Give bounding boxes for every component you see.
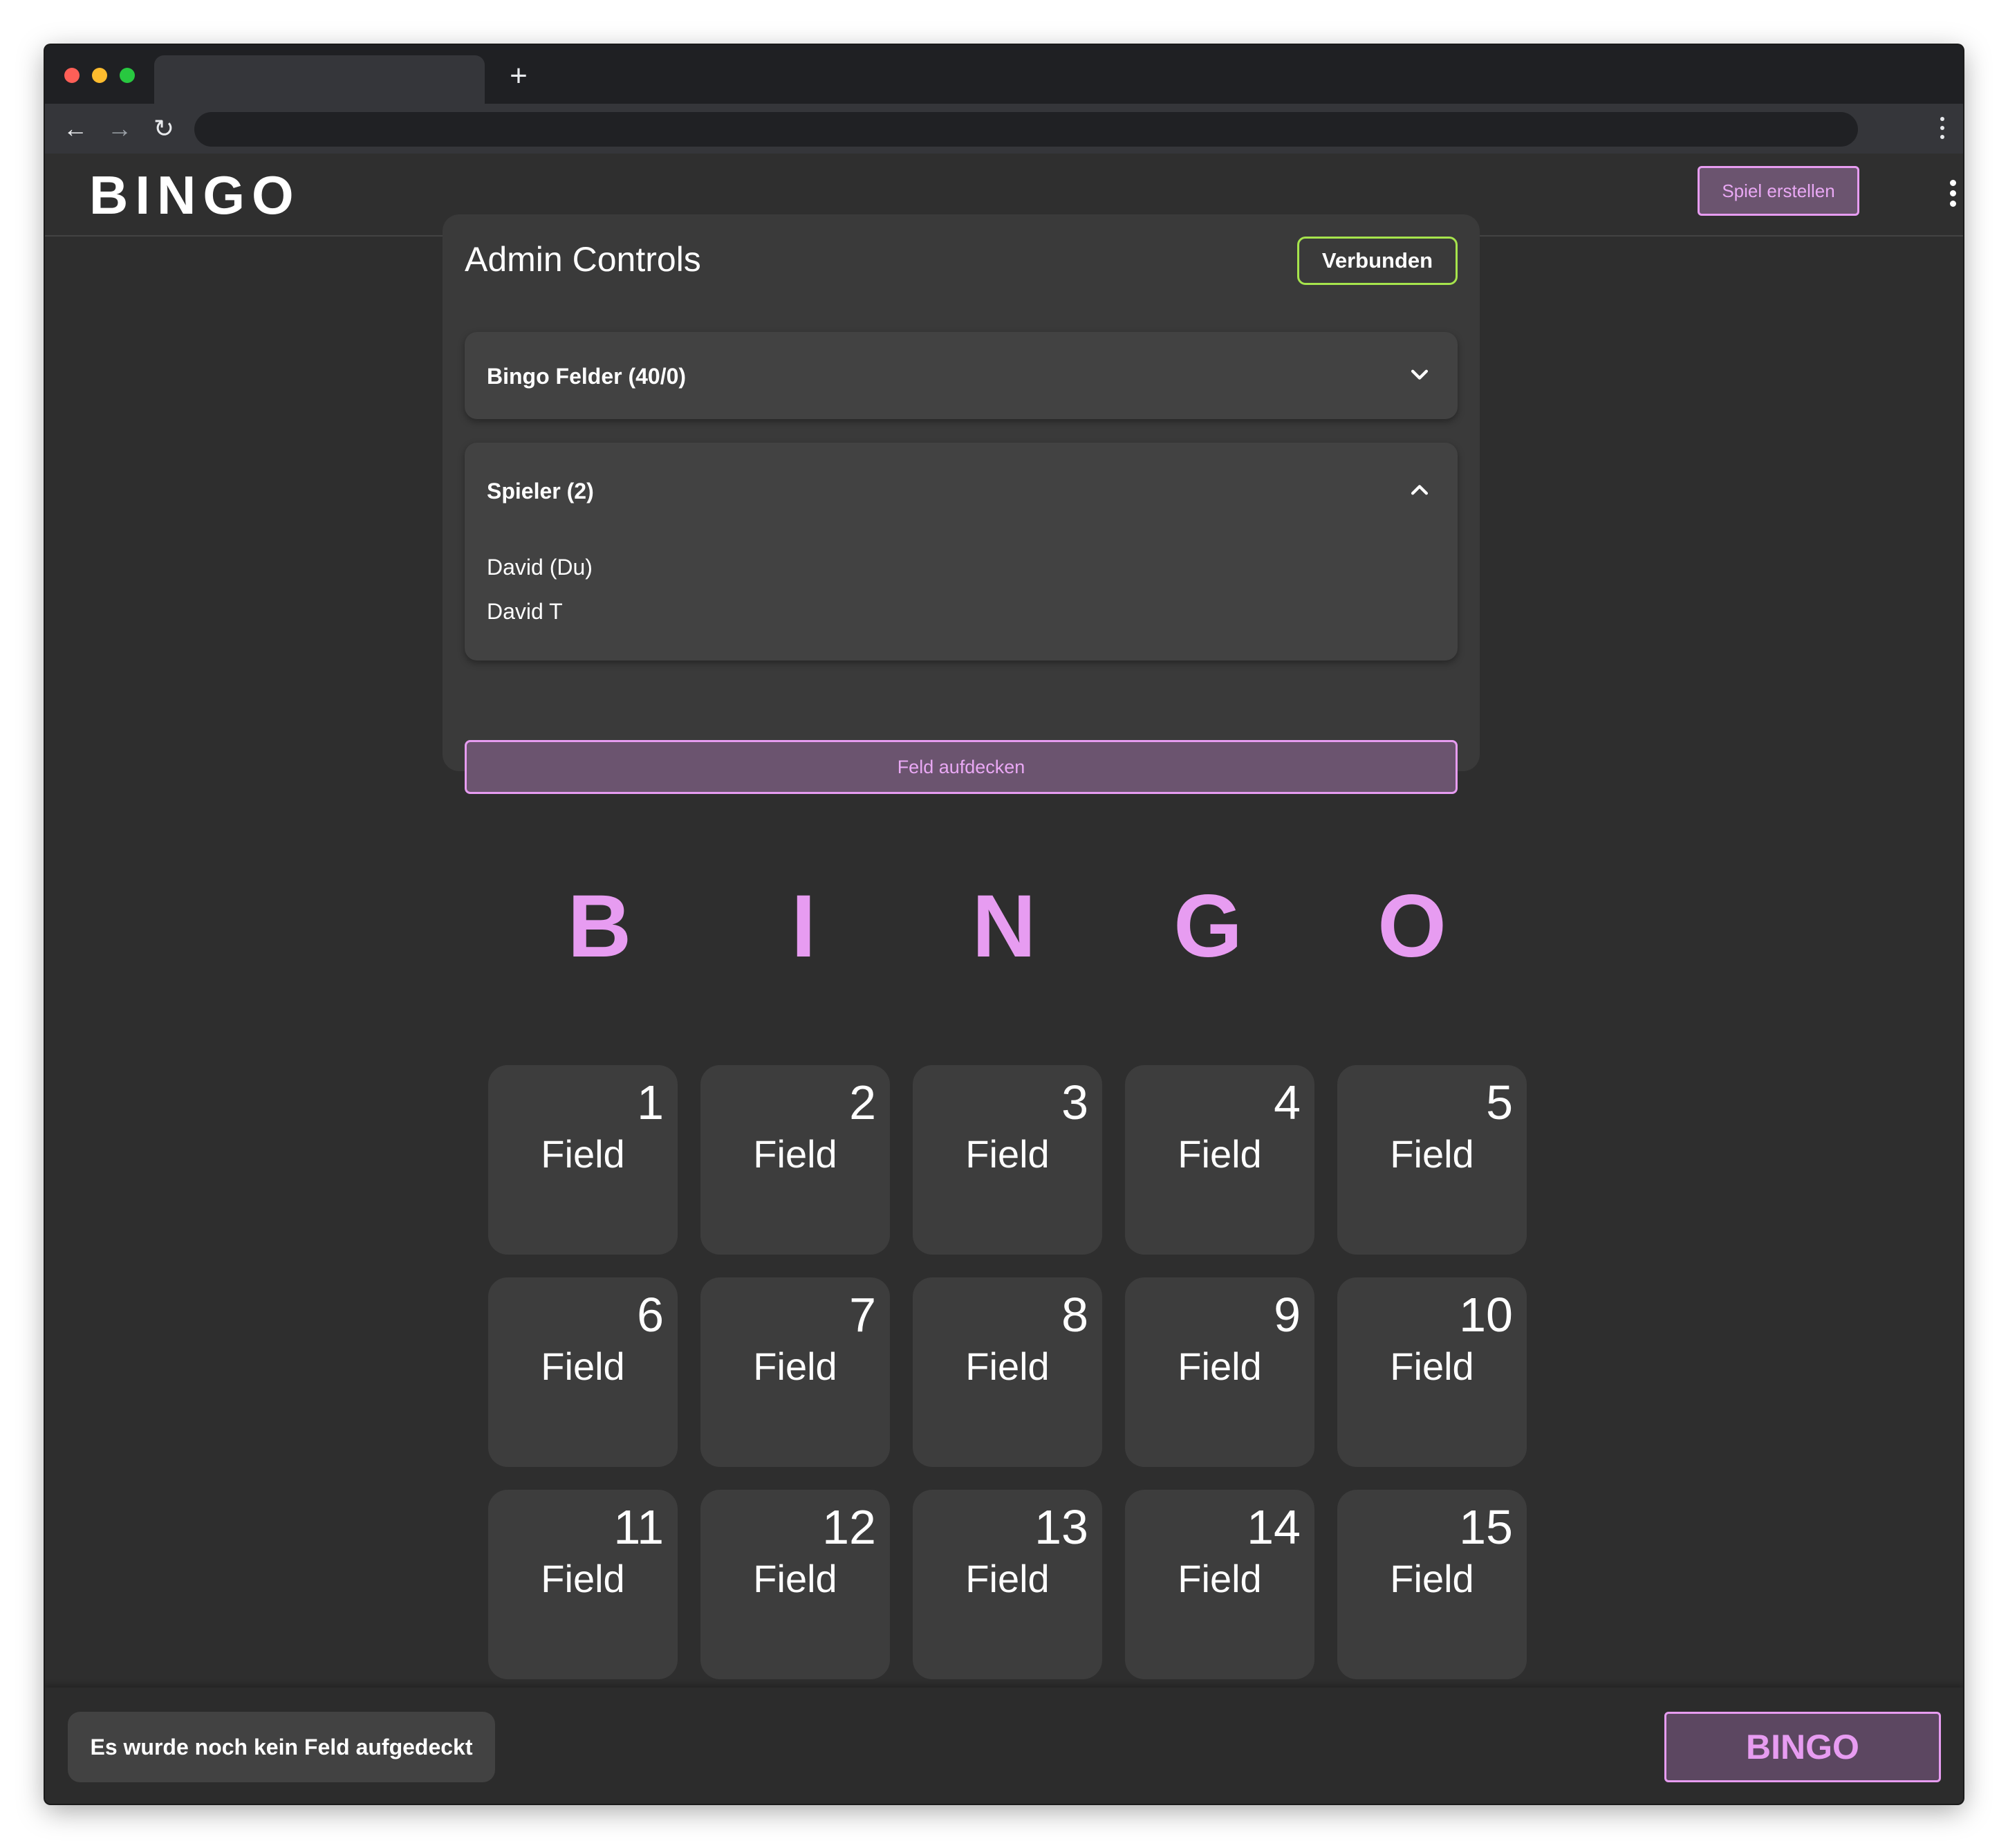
bingo-cell[interactable]: 13 Field bbox=[913, 1490, 1102, 1679]
bingo-letter-o: O bbox=[1377, 877, 1447, 976]
cell-number: 5 bbox=[1486, 1075, 1513, 1129]
bingo-letter-n: N bbox=[972, 877, 1036, 976]
bingo-cell[interactable]: 2 Field bbox=[700, 1065, 890, 1255]
cell-label: Field bbox=[753, 1557, 837, 1600]
cell-number: 6 bbox=[637, 1288, 664, 1342]
admin-title: Admin Controls bbox=[465, 240, 701, 279]
cell-number: 14 bbox=[1247, 1500, 1301, 1554]
bingo-cell[interactable]: 9 Field bbox=[1125, 1277, 1314, 1467]
reveal-field-button[interactable]: Feld aufdecken bbox=[465, 740, 1458, 794]
bingo-cell[interactable]: 7 Field bbox=[700, 1277, 890, 1467]
bingo-cell[interactable]: 8 Field bbox=[913, 1277, 1102, 1467]
cell-label: Field bbox=[1178, 1557, 1262, 1600]
bingo-cell[interactable]: 11 Field bbox=[488, 1490, 678, 1679]
address-bar[interactable] bbox=[194, 112, 1858, 147]
bingo-call-button[interactable]: BINGO bbox=[1664, 1712, 1941, 1782]
players-accordion[interactable]: Spieler (2) David (Du) David T bbox=[465, 443, 1458, 660]
bingo-cell[interactable]: 3 Field bbox=[913, 1065, 1102, 1255]
cell-label: Field bbox=[541, 1132, 625, 1176]
bingo-cell[interactable]: 6 Field bbox=[488, 1277, 678, 1467]
forward-icon[interactable]: → bbox=[100, 109, 139, 148]
connection-status-badge: Verbunden bbox=[1297, 237, 1458, 285]
cell-label: Field bbox=[965, 1132, 1050, 1176]
app-logo: BINGO bbox=[89, 165, 301, 225]
cell-number: 10 bbox=[1459, 1288, 1513, 1342]
cell-number: 15 bbox=[1459, 1500, 1513, 1554]
players-header: Spieler (2) bbox=[487, 479, 594, 503]
create-game-button[interactable]: Spiel erstellen bbox=[1698, 166, 1859, 216]
cell-label: Field bbox=[753, 1132, 837, 1176]
back-icon[interactable]: ← bbox=[56, 109, 95, 148]
bingo-fields-accordion[interactable]: Bingo Felder (40/0) bbox=[465, 332, 1458, 419]
footer-bar: Es wurde noch kein Feld aufgedeckt BINGO bbox=[45, 1688, 1963, 1804]
browser-tab[interactable] bbox=[154, 55, 485, 104]
cell-label: Field bbox=[965, 1345, 1050, 1388]
chevron-up-icon[interactable] bbox=[1408, 479, 1431, 502]
tab-bar: + bbox=[45, 45, 1963, 104]
bingo-cell[interactable]: 15 Field bbox=[1337, 1490, 1527, 1679]
bingo-letter-i: I bbox=[791, 877, 816, 976]
cell-number: 11 bbox=[613, 1500, 664, 1554]
bingo-cell[interactable]: 10 Field bbox=[1337, 1277, 1527, 1467]
chevron-down-icon[interactable] bbox=[1408, 362, 1431, 386]
cell-label: Field bbox=[753, 1345, 837, 1388]
cell-number: 9 bbox=[1274, 1288, 1301, 1342]
cell-number: 2 bbox=[849, 1075, 876, 1129]
new-tab-icon[interactable]: + bbox=[501, 59, 536, 93]
cell-label: Field bbox=[965, 1557, 1050, 1600]
bingo-fields-header: Bingo Felder (40/0) bbox=[487, 364, 687, 389]
cell-number: 12 bbox=[822, 1500, 876, 1554]
navigation-bar: ← → ↻ bbox=[45, 104, 1963, 154]
bingo-cell[interactable]: 5 Field bbox=[1337, 1065, 1527, 1255]
more-menu-icon[interactable] bbox=[1949, 180, 1956, 207]
cell-label: Field bbox=[1390, 1557, 1474, 1600]
cell-label: Field bbox=[541, 1345, 625, 1388]
bingo-letter-g: G bbox=[1173, 877, 1243, 976]
cell-label: Field bbox=[1390, 1132, 1474, 1176]
reload-icon[interactable]: ↻ bbox=[145, 109, 183, 148]
maximize-window-icon[interactable] bbox=[120, 68, 135, 83]
cell-number: 3 bbox=[1061, 1075, 1088, 1129]
bingo-cell[interactable]: 14 Field bbox=[1125, 1490, 1314, 1679]
cell-label: Field bbox=[1178, 1345, 1262, 1388]
player-item: David T bbox=[487, 599, 563, 624]
status-message: Es wurde noch kein Feld aufgedeckt bbox=[68, 1712, 495, 1782]
browser-menu-icon[interactable] bbox=[1938, 112, 1946, 147]
cell-number: 13 bbox=[1034, 1500, 1088, 1554]
minimize-window-icon[interactable] bbox=[92, 68, 107, 83]
cell-number: 4 bbox=[1274, 1075, 1301, 1129]
cell-label: Field bbox=[541, 1557, 625, 1600]
bingo-cell[interactable]: 12 Field bbox=[700, 1490, 890, 1679]
cell-label: Field bbox=[1390, 1345, 1474, 1388]
cell-number: 1 bbox=[637, 1075, 664, 1129]
close-window-icon[interactable] bbox=[64, 68, 80, 83]
bingo-letter-b: B bbox=[567, 877, 632, 976]
bingo-cell[interactable]: 1 Field bbox=[488, 1065, 678, 1255]
cell-number: 7 bbox=[849, 1288, 876, 1342]
cell-number: 8 bbox=[1061, 1288, 1088, 1342]
bingo-cell[interactable]: 4 Field bbox=[1125, 1065, 1314, 1255]
player-item: David (Du) bbox=[487, 555, 593, 580]
cell-label: Field bbox=[1178, 1132, 1262, 1176]
admin-controls-panel: Admin Controls Verbunden Bingo Felder (4… bbox=[443, 214, 1480, 794]
